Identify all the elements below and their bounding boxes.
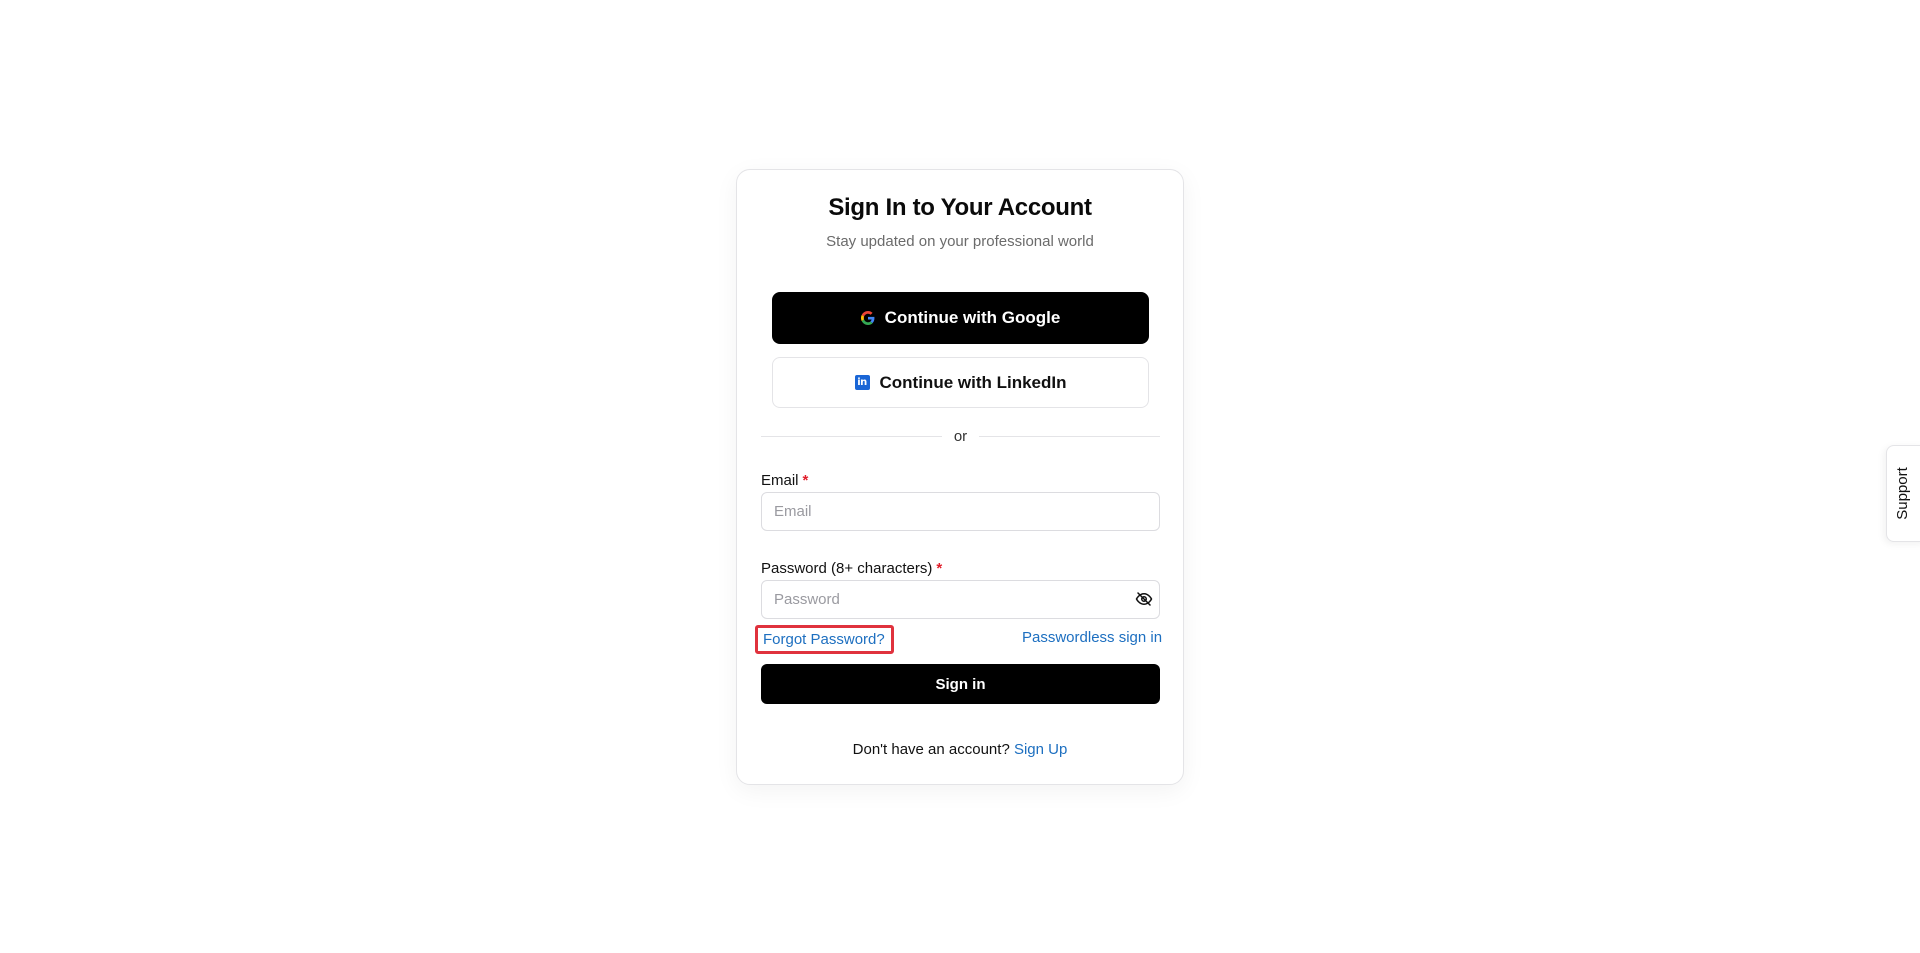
divider-line-left (761, 435, 942, 437)
linkedin-button-label: Continue with LinkedIn (879, 372, 1067, 392)
support-tab-label: Support (1893, 467, 1911, 520)
continue-with-linkedin-button[interactable]: in Continue with LinkedIn (772, 357, 1149, 408)
email-label: Email * (761, 472, 808, 489)
password-field[interactable] (761, 580, 1160, 619)
signin-card: Sign In to Your Account Stay updated on … (736, 169, 1184, 785)
passwordless-signin-link[interactable]: Passwordless sign in (1022, 629, 1162, 646)
divider-line-right (979, 435, 1160, 437)
signup-prompt: Don't have an account? Sign Up (737, 741, 1183, 758)
password-label: Password (8+ characters) * (761, 560, 942, 577)
google-icon (860, 311, 875, 325)
sign-up-link[interactable]: Sign Up (1014, 741, 1067, 758)
eye-slash-icon[interactable] (1135, 590, 1153, 608)
signup-prompt-text: Don't have an account? (852, 741, 1010, 758)
continue-with-google-button[interactable]: Continue with Google (772, 292, 1149, 344)
email-field[interactable] (761, 492, 1160, 531)
support-tab[interactable]: Support (1886, 445, 1920, 542)
sign-in-button[interactable]: Sign in (761, 664, 1160, 704)
divider-text: or (953, 427, 968, 445)
linkedin-icon: in (854, 375, 870, 390)
password-required-mark: * (936, 560, 943, 577)
page-subtitle: Stay updated on your professional world (826, 233, 1094, 250)
forgot-password-link[interactable]: Forgot Password? (755, 625, 894, 654)
email-label-text: Email (761, 472, 799, 489)
password-label-text: Password (8+ characters) (761, 560, 933, 577)
or-divider: or (761, 426, 1160, 446)
google-button-label: Continue with Google (884, 308, 1061, 327)
page-title: Sign In to Your Account (828, 194, 1092, 221)
email-required-mark: * (802, 472, 809, 489)
